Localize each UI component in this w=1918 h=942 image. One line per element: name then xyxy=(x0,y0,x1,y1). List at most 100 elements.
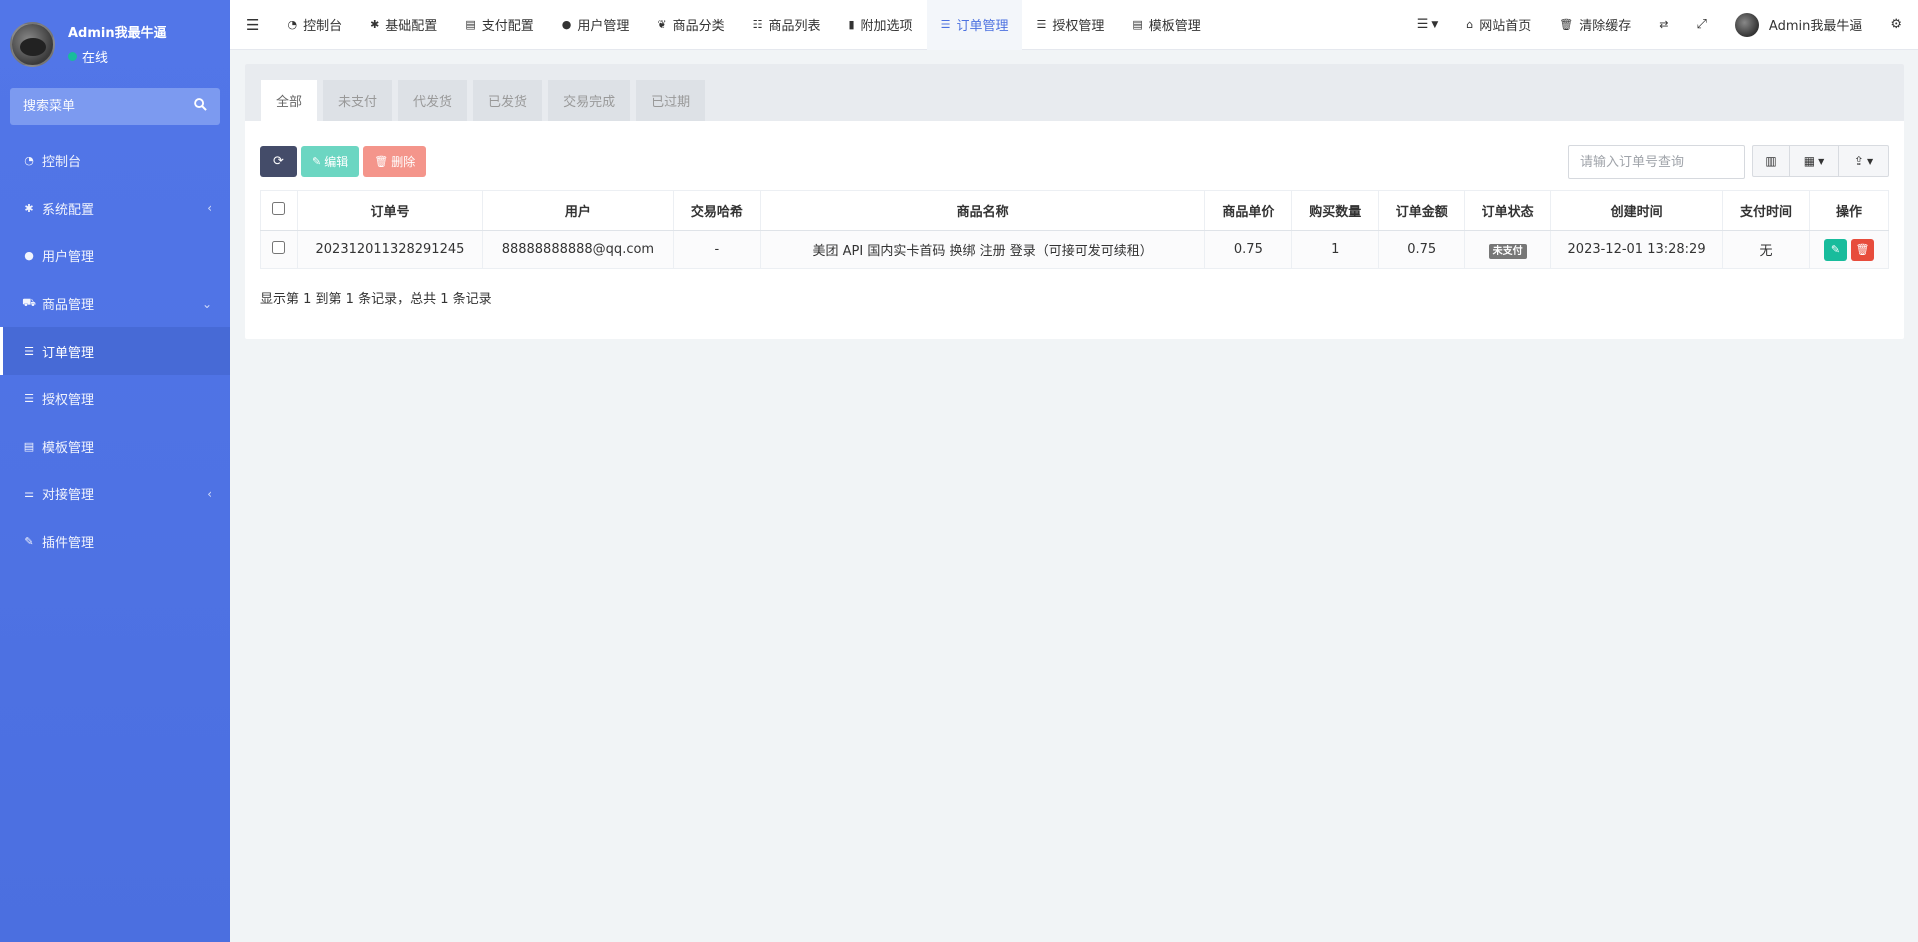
header-user[interactable]: 用户 xyxy=(482,190,674,231)
menu-search-input[interactable] xyxy=(23,99,173,114)
tab-expired[interactable]: 已过期 xyxy=(636,80,706,121)
status-tabs: 全部 未支付 代发货 已发货 交易完成 已过期 xyxy=(245,64,1904,121)
language-icon[interactable]: ⇄ xyxy=(1645,0,1682,50)
nav-more-dropdown[interactable]: ☰ ▼ xyxy=(1403,0,1453,50)
cell-user: 88888888888@qq.com xyxy=(482,230,674,269)
list-icon: ☷ xyxy=(752,18,763,31)
export-icon: ⇪ xyxy=(1853,154,1864,168)
nav-users[interactable]: ● 用户管理 xyxy=(548,0,644,50)
nav-site-home[interactable]: ⌂ 网站首页 xyxy=(1452,0,1545,50)
tab-unpaid[interactable]: 未支付 xyxy=(323,80,393,121)
nav-clear-cache[interactable]: 🗑 清除缓存 xyxy=(1545,0,1645,50)
cart-icon: ⛟ xyxy=(22,296,36,310)
caret-down-icon: ▼ xyxy=(1818,156,1825,166)
sidebar-item-goods[interactable]: ⛟ 商品管理 ⌄ xyxy=(0,280,230,328)
nav-admin-user[interactable]: Admin我最牛逼 xyxy=(1721,0,1876,50)
menu-toggle-icon[interactable]: ☰ xyxy=(230,0,273,50)
sidebar: Admin我最牛逼 在线 ◔ 控制台 ✱ 系统配置 ‹ ● 用户管理 ⛟ 商品管… xyxy=(0,0,230,942)
layout-icon: ▤ xyxy=(23,439,35,453)
bookmark-icon: ▮ xyxy=(848,18,855,31)
toggle-view-button[interactable]: ▥ xyxy=(1752,145,1790,177)
export-dropdown[interactable]: ⇪ ▼ xyxy=(1838,145,1889,177)
nav-goods-category[interactable]: ❦ 商品分类 xyxy=(643,0,738,50)
sidebar-item-integration[interactable]: ⚌ 对接管理 ‹ xyxy=(0,470,230,518)
cell-tx-hash: - xyxy=(673,230,761,269)
avatar xyxy=(1734,12,1759,37)
edit-button[interactable]: ✎ 编辑 xyxy=(301,146,360,177)
settings-gears-icon[interactable]: ⚙ xyxy=(1876,0,1918,50)
online-dot-icon xyxy=(68,52,77,61)
header-order-no[interactable]: 订单号 xyxy=(297,190,483,231)
header-created-at[interactable]: 创建时间 xyxy=(1550,190,1724,231)
tab-pending-shipment[interactable]: 代发货 xyxy=(398,80,468,121)
cell-product: 美团 API 国内实卡首码 换绑 注册 登录（可接可发可续租） xyxy=(760,230,1206,269)
tab-shipped[interactable]: 已发货 xyxy=(473,80,543,121)
pencil-icon: ✎ xyxy=(312,155,322,168)
nav-basic-config[interactable]: ✱ 基础配置 xyxy=(356,0,451,50)
delete-button[interactable]: 🗑 删除 xyxy=(363,146,427,177)
caret-down-icon: ▼ xyxy=(1866,156,1874,166)
cell-paid-at: 无 xyxy=(1722,230,1810,269)
row-edit-button[interactable]: ✎ xyxy=(1823,238,1847,261)
row-delete-button[interactable]: 🗑 xyxy=(1850,238,1874,261)
top-nav: ☰ ◔ 控制台 ✱ 基础配置 ▤ 支付配置 ● 用户管理 ❦ 商品分类 ☷ 商品列表 ▮ 附加… xyxy=(230,0,1918,50)
user-status: 在线 xyxy=(68,47,167,66)
sidebar-item-orders[interactable]: ☰ 订单管理 xyxy=(0,327,230,375)
header-paid-at[interactable]: 支付时间 xyxy=(1722,190,1810,231)
table-header-row: 订单号 用户 交易哈希 商品名称 商品单价 购买数量 订单金额 订单状态 创建时… xyxy=(260,190,1890,231)
select-all-checkbox[interactable] xyxy=(272,202,286,215)
cell-unit-price: 0.75 xyxy=(1204,230,1293,269)
chevron-left-icon: ‹ xyxy=(207,486,212,501)
sidebar-item-users[interactable]: ● 用户管理 xyxy=(0,232,230,280)
nav-orders[interactable]: ☰ 订单管理 xyxy=(926,0,1023,50)
sidebar-item-system-config[interactable]: ✱ 系统配置 ‹ xyxy=(0,185,230,233)
dashboard-icon: ◔ xyxy=(287,18,298,31)
list-icon: ☰ xyxy=(940,18,951,31)
columns-dropdown[interactable]: ▦ ▼ xyxy=(1789,145,1839,177)
nav-addons[interactable]: ▮ 附加选项 xyxy=(834,0,926,50)
list-icon: ☰ xyxy=(1036,18,1047,31)
plug-icon: ✎ xyxy=(24,535,34,549)
nav-goods-list[interactable]: ☷ 商品列表 xyxy=(739,0,835,50)
tab-all[interactable]: 全部 xyxy=(261,80,318,121)
list-icon: ☰ xyxy=(24,344,34,358)
dashboard-icon: ◔ xyxy=(24,154,34,168)
fullscreen-icon[interactable]: ⤢ xyxy=(1683,0,1721,50)
header-quantity[interactable]: 购买数量 xyxy=(1291,190,1380,231)
header-status[interactable]: 订单状态 xyxy=(1464,190,1552,231)
avatar xyxy=(10,21,55,67)
refresh-button[interactable]: ⟳ xyxy=(260,146,297,177)
server-icon: ▤ xyxy=(465,18,476,31)
cell-amount: 0.75 xyxy=(1378,230,1466,269)
user-icon: ● xyxy=(561,18,572,31)
sliders-icon: ⚌ xyxy=(24,487,34,501)
sidebar-item-plugins[interactable]: ✎ 插件管理 xyxy=(0,518,230,566)
refresh-icon: ⟳ xyxy=(273,154,284,169)
gear-icon: ✱ xyxy=(24,201,34,215)
search-icon[interactable] xyxy=(194,98,207,115)
nav-auth[interactable]: ☰ 授权管理 xyxy=(1022,0,1118,50)
chevron-left-icon: ‹ xyxy=(207,201,212,216)
tab-completed[interactable]: 交易完成 xyxy=(548,80,631,121)
sidebar-item-auth[interactable]: ☰ 授权管理 xyxy=(0,375,230,423)
nav-payment-config[interactable]: ▤ 支付配置 xyxy=(451,0,547,50)
cell-actions: ✎ 🗑 xyxy=(1809,230,1890,269)
menu-search xyxy=(10,88,220,125)
header-amount[interactable]: 订单金额 xyxy=(1378,190,1466,231)
header-unit-price[interactable]: 商品单价 xyxy=(1204,190,1293,231)
orders-table: 订单号 用户 交易哈希 商品名称 商品单价 购买数量 订单金额 订单状态 创建时… xyxy=(260,190,1890,269)
row-checkbox[interactable] xyxy=(272,241,286,254)
trash-icon: 🗑 xyxy=(374,155,389,168)
nav-dashboard[interactable]: ◔ 控制台 xyxy=(273,0,356,50)
caret-down-icon: ▼ xyxy=(1431,19,1439,30)
nav-templates[interactable]: ▤ 模板管理 xyxy=(1118,0,1214,50)
table-tools: ▥ ▦ ▼ ⇪ ▼ xyxy=(1752,145,1889,177)
sidebar-item-dashboard[interactable]: ◔ 控制台 xyxy=(0,137,230,185)
header-product[interactable]: 商品名称 xyxy=(760,190,1206,231)
table-row[interactable]: 202312011328291245 88888888888@qq.com - … xyxy=(260,230,1890,269)
sidebar-item-templates[interactable]: ▤ 模板管理 xyxy=(0,423,230,471)
header-tx-hash[interactable]: 交易哈希 xyxy=(673,190,761,231)
order-search-input[interactable] xyxy=(1568,145,1745,179)
table-toolbar: ⟳ ✎ 编辑 🗑 删除 xyxy=(260,146,430,177)
user-name: Admin我最牛逼 xyxy=(68,26,167,41)
